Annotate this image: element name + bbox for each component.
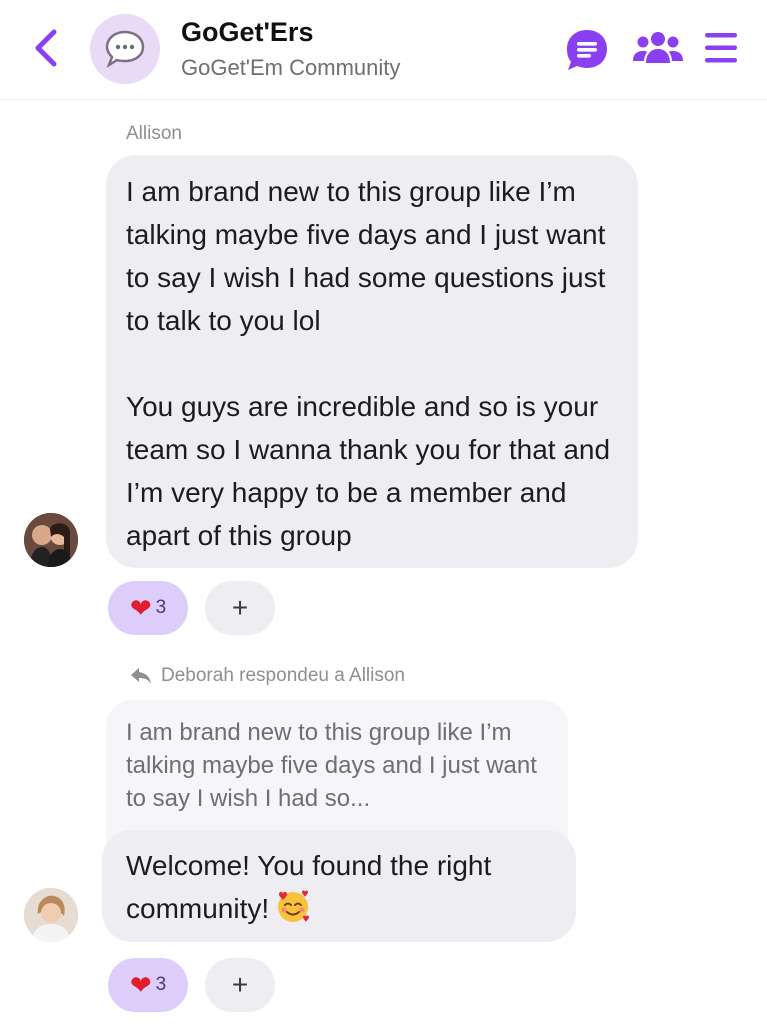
reply-context: Deborah respondeu a Allison bbox=[130, 665, 405, 687]
heart-reaction-button[interactable]: ❤ 3 bbox=[108, 958, 188, 1012]
heart-icon: ❤ bbox=[129, 970, 152, 1000]
message-paragraph: I am brand new to this group like I’m ta… bbox=[126, 176, 606, 336]
sender-name: Allison bbox=[126, 123, 182, 144]
group-avatar[interactable] bbox=[90, 14, 160, 84]
heart-reaction-button[interactable]: ❤ 3 bbox=[108, 581, 188, 635]
avatar[interactable] bbox=[24, 513, 78, 567]
message-text: Welcome! You found the right community! bbox=[126, 844, 566, 930]
reply-context-text: Deborah respondeu a Allison bbox=[161, 665, 406, 686]
members-icon[interactable] bbox=[632, 30, 684, 66]
message-bubble[interactable]: Welcome! You found the right community! bbox=[102, 830, 576, 942]
quoted-message[interactable]: I am brand new to this group like I’m ta… bbox=[106, 700, 568, 850]
add-reaction-button[interactable]: + bbox=[205, 958, 275, 1012]
message-bubble[interactable]: I am brand new to this group like I’m ta… bbox=[106, 155, 638, 568]
smiling-face-with-hearts-icon bbox=[278, 890, 310, 922]
chat-bubble-icon[interactable] bbox=[564, 27, 610, 73]
chat-header: GoGet'Ers GoGet'Em Community bbox=[0, 0, 767, 100]
chat-bubble-icon bbox=[105, 30, 145, 69]
reply-arrow-icon bbox=[131, 668, 151, 684]
quoted-text: I am brand new to this group like I’m ta… bbox=[126, 719, 537, 812]
reaction-count: 3 bbox=[155, 974, 167, 995]
message-paragraph: You guys are incredible and so is your t… bbox=[126, 391, 611, 551]
menu-icon[interactable] bbox=[703, 31, 739, 65]
reaction-count: 3 bbox=[155, 597, 167, 618]
heart-icon: ❤ bbox=[129, 593, 152, 623]
community-name: GoGet'Em Community bbox=[181, 55, 401, 80]
group-title: GoGet'Ers bbox=[181, 17, 314, 47]
back-chevron-icon[interactable] bbox=[26, 26, 66, 70]
add-reaction-button[interactable]: + bbox=[205, 581, 275, 635]
avatar[interactable] bbox=[24, 888, 78, 942]
message-text: I am brand new to this group like I’m ta… bbox=[126, 170, 616, 557]
